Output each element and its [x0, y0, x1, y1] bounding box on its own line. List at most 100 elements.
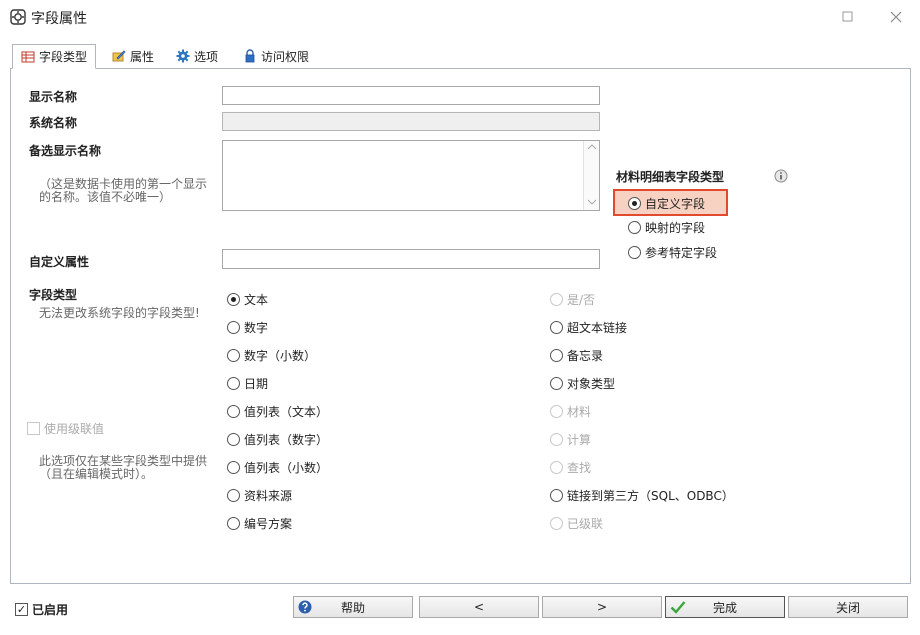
- tab-label: 选项: [194, 49, 219, 64]
- enabled-label: 已启用: [32, 602, 69, 617]
- radio-label: 自定义字段: [645, 196, 706, 211]
- radio-button-circle: [227, 516, 240, 530]
- field-type-radio[interactable]: 超文本链接: [550, 319, 627, 335]
- tab-label: 属性: [130, 49, 155, 64]
- back-button-label: <: [473, 600, 485, 614]
- radio-label: 链接到第三方（SQL、ODBC）: [567, 488, 734, 503]
- help-icon: [298, 600, 312, 614]
- textarea-scrollbar[interactable]: [583, 141, 599, 210]
- bom-field-type-radio[interactable]: 参考特定字段: [628, 244, 717, 260]
- field-type-label: 字段类型: [29, 288, 78, 302]
- radio-label: 数字: [244, 320, 269, 335]
- field-type-hint: 无法更改系统字段的字段类型!: [39, 306, 200, 320]
- radio-label: 计算: [567, 432, 592, 447]
- field-type-radio[interactable]: 文本: [227, 291, 268, 307]
- alt-display-name-hint: （这是数据卡使用的第一个显示的名称。该值不必唯一）: [39, 177, 208, 204]
- info-icon[interactable]: [774, 169, 788, 183]
- field-type-radio[interactable]: 链接到第三方（SQL、ODBC）: [550, 487, 734, 503]
- radio-button-circle: [227, 348, 240, 362]
- bom-field-type-radio[interactable]: 自定义字段: [628, 195, 705, 211]
- field-type-radio[interactable]: 数字: [227, 319, 268, 335]
- radio-label: 查找: [567, 460, 592, 475]
- field-properties-icon: [10, 9, 26, 25]
- radio-label: 值列表（文本）: [244, 404, 329, 419]
- field-type-radio[interactable]: 值列表（文本）: [227, 403, 328, 419]
- radio-button-circle: [227, 292, 240, 306]
- field-type-radio: 材料: [550, 403, 591, 419]
- close-window-button[interactable]: [885, 6, 907, 28]
- enabled-checkbox[interactable]: ✓ 已启用: [15, 601, 68, 617]
- radio-label: 值列表（数字）: [244, 432, 329, 447]
- field-type-radio[interactable]: 值列表（小数）: [227, 459, 328, 475]
- field-type-radio[interactable]: 值列表（数字）: [227, 431, 328, 447]
- alt-display-name-textarea[interactable]: [222, 140, 600, 211]
- radio-label: 已级联: [567, 516, 604, 531]
- radio-button-circle: [227, 432, 240, 446]
- display-name-input[interactable]: [222, 86, 600, 105]
- field-type-radio[interactable]: 对象类型: [550, 375, 615, 391]
- radio-label: 文本: [244, 292, 269, 307]
- scroll-up-icon: [587, 144, 597, 150]
- scroll-down-icon: [587, 199, 597, 205]
- radio-button-circle: [550, 320, 563, 334]
- next-button[interactable]: >: [542, 596, 662, 618]
- radio-button-circle: [550, 488, 563, 502]
- maximize-button[interactable]: [837, 6, 859, 28]
- field-type-radio: 已级联: [550, 515, 603, 531]
- tab-label: 字段类型: [39, 50, 88, 64]
- finish-button[interactable]: 完成: [665, 596, 785, 618]
- radio-label: 参考特定字段: [645, 245, 718, 260]
- radio-label: 数字（小数）: [244, 348, 317, 363]
- next-button-label: >: [596, 600, 608, 614]
- checkbox-box: [27, 421, 40, 435]
- field-type-radio[interactable]: 备忘录: [550, 347, 603, 363]
- radio-button-circle: [550, 404, 563, 418]
- alt-display-name-label: 备选显示名称: [29, 144, 102, 158]
- field-type-radio[interactable]: 资料来源: [227, 487, 292, 503]
- radio-label: 备忘录: [567, 348, 604, 363]
- close-button[interactable]: 关闭: [788, 596, 908, 618]
- field-type-radio[interactable]: 编号方案: [227, 515, 292, 531]
- tab-properties[interactable]: 属性: [104, 44, 162, 68]
- field-type-radio: 是/否: [550, 291, 595, 307]
- custom-attribute-input[interactable]: [222, 249, 600, 269]
- cascade-hint: 此选项仅在某些字段类型中提供（且在编辑模式时）。: [39, 454, 208, 481]
- radio-button-circle: [550, 516, 563, 530]
- display-name-label: 显示名称: [29, 90, 78, 104]
- radio-button-circle: [227, 460, 240, 474]
- radio-button-circle: [227, 376, 240, 390]
- radio-label: 编号方案: [244, 516, 293, 531]
- custom-attribute-label: 自定义属性: [29, 255, 90, 269]
- help-button[interactable]: 帮助: [293, 596, 413, 618]
- radio-label: 值列表（小数）: [244, 460, 329, 475]
- check-icon: [670, 601, 686, 614]
- radio-button-circle: [227, 320, 240, 334]
- tab-label: 访问权限: [261, 49, 310, 64]
- field-type-radio[interactable]: 数字（小数）: [227, 347, 316, 363]
- radio-button-circle: [550, 460, 563, 474]
- radio-label: 对象类型: [567, 376, 616, 391]
- tab-options[interactable]: 选项: [168, 44, 226, 68]
- lock-icon: [245, 49, 255, 63]
- field-type-radio: 计算: [550, 431, 591, 447]
- gear-icon: [176, 49, 190, 63]
- bom-field-type-radio[interactable]: 映射的字段: [628, 220, 705, 236]
- radio-label: 超文本链接: [567, 320, 628, 335]
- cascade-label: 使用级联值: [44, 421, 105, 436]
- radio-button-circle: [550, 348, 563, 362]
- radio-label: 材料: [567, 404, 592, 419]
- radio-label: 是/否: [567, 292, 596, 307]
- tab-access[interactable]: 访问权限: [235, 44, 317, 68]
- radio-button-circle: [227, 404, 240, 418]
- field-type-radio[interactable]: 日期: [227, 375, 268, 391]
- radio-label: 日期: [244, 376, 269, 391]
- cascade-checkbox[interactable]: 使用级联值: [27, 420, 104, 436]
- tab-field-type[interactable]: 字段类型: [12, 44, 97, 69]
- radio-label: 映射的字段: [645, 221, 706, 235]
- back-button[interactable]: <: [419, 596, 539, 618]
- system-name-input: [222, 112, 600, 131]
- radio-button-circle: [628, 196, 641, 210]
- edit-icon: [112, 50, 126, 62]
- field-type-radio: 查找: [550, 459, 591, 475]
- radio-button-circle: [227, 488, 240, 502]
